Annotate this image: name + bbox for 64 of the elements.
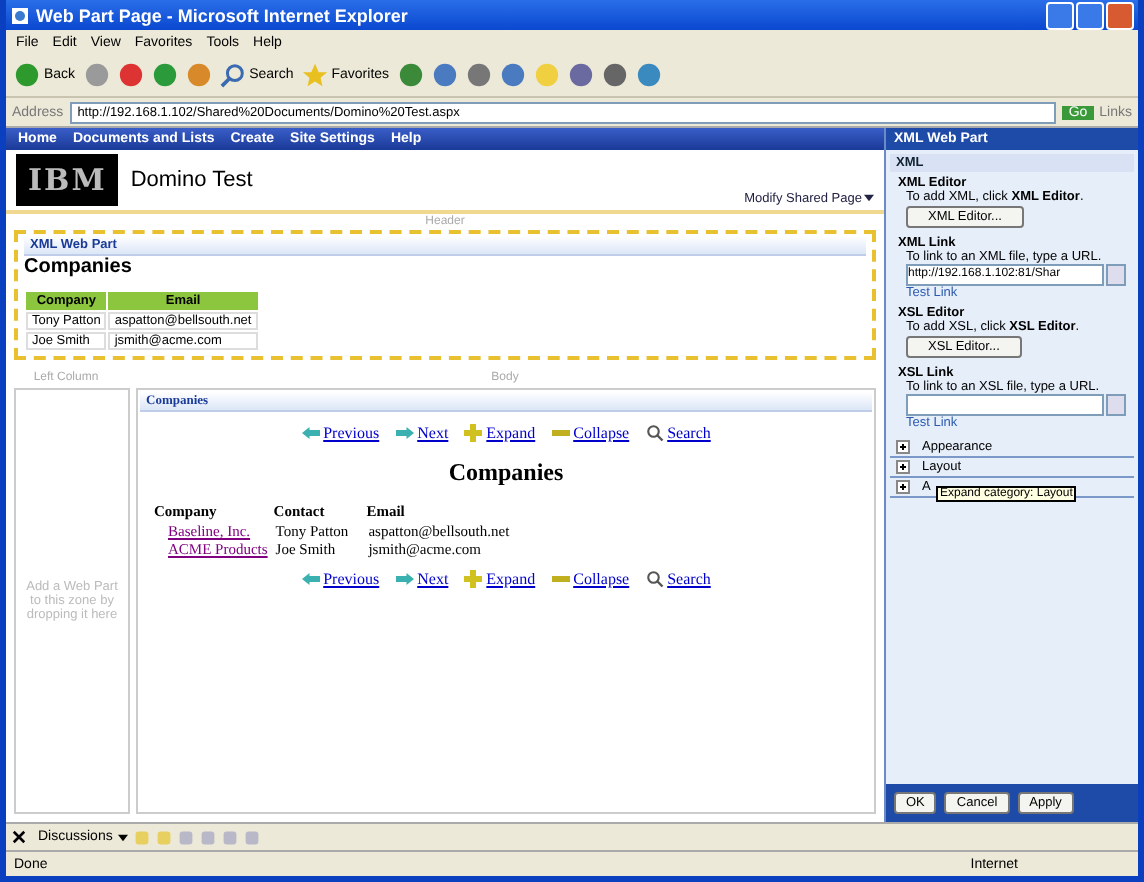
- browser-icon: [10, 5, 30, 25]
- toolbar-icon: [533, 62, 560, 88]
- toolbar-icon: [117, 62, 144, 88]
- expand-icon[interactable]: [896, 440, 910, 454]
- toolbar-button[interactable]: [185, 62, 212, 88]
- browse-button[interactable]: [1106, 394, 1126, 416]
- nav-link[interactable]: Expand: [486, 570, 536, 588]
- toolbar-button[interactable]: [431, 62, 458, 88]
- nav-link[interactable]: Expand: [486, 424, 536, 442]
- toolbar-button[interactable]: [465, 62, 492, 88]
- nav-link[interactable]: Previous: [323, 424, 380, 442]
- toolbar-icon: [465, 62, 492, 88]
- toolbar-icon: [151, 62, 178, 88]
- toolbar-button[interactable]: [635, 62, 662, 88]
- right-arrow-icon: [395, 570, 414, 588]
- nav-link[interactable]: Next: [417, 424, 449, 442]
- search-icon: [645, 570, 664, 588]
- nav-link[interactable]: Search: [667, 424, 711, 442]
- window-title: Web Part Page - Microsoft Internet Explorer: [36, 5, 408, 25]
- toolbar-icon: [431, 62, 458, 88]
- url-field[interactable]: [906, 394, 1104, 416]
- close-icon[interactable]: [12, 830, 26, 844]
- list-heading: Companies: [446, 458, 566, 488]
- expand-icon[interactable]: [896, 460, 910, 474]
- toolbar-icon: [83, 62, 110, 88]
- web-part-heading: Companies: [24, 256, 134, 278]
- nav-link[interactable]: Collapse: [573, 424, 630, 442]
- plus-icon: [464, 424, 483, 442]
- toolbar-button[interactable]: [499, 62, 526, 88]
- toolbar-button[interactable]: [397, 62, 424, 88]
- nav-link[interactable]: Collapse: [573, 570, 630, 588]
- right-arrow-icon: [395, 424, 414, 442]
- plus-icon: [464, 570, 483, 588]
- toolbar-button[interactable]: [151, 62, 178, 88]
- toolbar-button[interactable]: [567, 62, 594, 88]
- search-icon: [645, 424, 664, 442]
- left-arrow-icon: [301, 424, 320, 442]
- caret-icon[interactable]: [118, 833, 129, 841]
- toolbar-icon: [185, 62, 212, 88]
- minimize-button[interactable]: [1046, 1, 1074, 29]
- nav-link[interactable]: Next: [417, 570, 449, 588]
- nav-link[interactable]: Search: [667, 570, 711, 588]
- minus-icon: [551, 570, 570, 588]
- caret-icon[interactable]: [864, 194, 874, 202]
- close-button[interactable]: [1106, 1, 1134, 29]
- expand-icon[interactable]: [896, 480, 910, 494]
- star-icon: [301, 62, 328, 88]
- toolbar-icon: [635, 62, 662, 88]
- left-arrow-icon: [301, 570, 320, 588]
- maximize-button[interactable]: [1076, 1, 1104, 29]
- toolbar-icon: [567, 62, 594, 88]
- logo: IBM: [16, 154, 119, 206]
- browse-button[interactable]: [1106, 264, 1126, 286]
- site-title: Domino Test: [130, 168, 253, 192]
- toolbar-icon: [14, 62, 40, 88]
- toolbar-button[interactable]: [117, 62, 144, 88]
- toolbar-button[interactable]: [601, 62, 628, 88]
- toolbar-icon: [397, 62, 424, 88]
- minus-icon: [551, 424, 570, 442]
- search-icon: [219, 62, 246, 88]
- toolbar-icon: [499, 62, 526, 88]
- toolbar-icon: [601, 62, 628, 88]
- nav-link[interactable]: Previous: [323, 570, 380, 588]
- toolbar-button[interactable]: [83, 62, 110, 88]
